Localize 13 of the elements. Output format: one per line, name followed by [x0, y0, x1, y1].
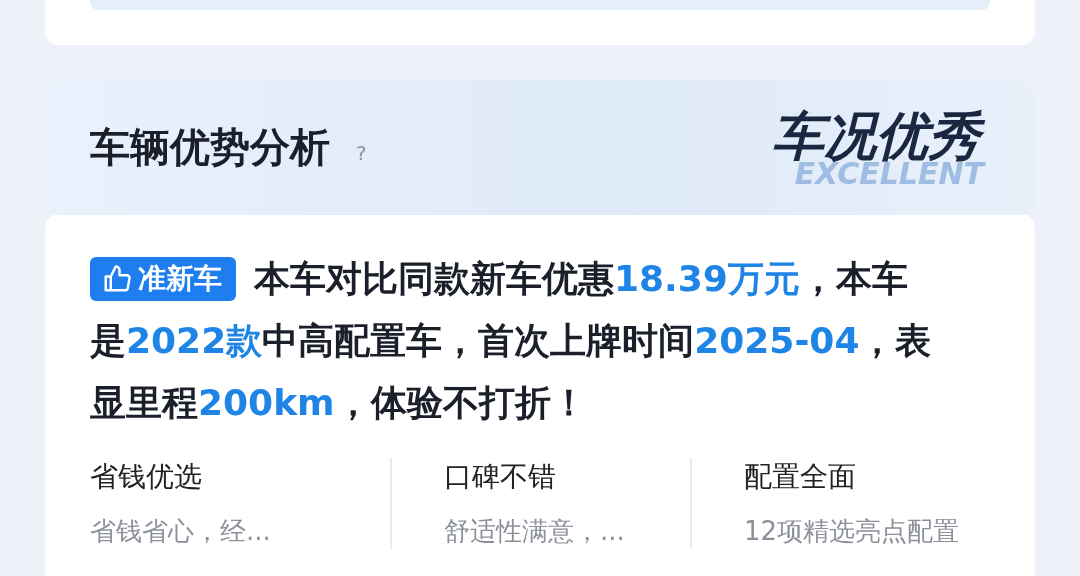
feature-title: 口碑不错 — [444, 459, 557, 495]
summary-line: 是2022款中高配置车，首次上牌时间2025-04，表 — [90, 319, 932, 363]
near-new-badge: 准新车 — [90, 257, 236, 301]
thumbs-up-icon — [102, 264, 132, 294]
feature-detail: 舒适性满意，... — [444, 515, 626, 548]
summary-line: 显里程200km，体验不打折！ — [90, 381, 587, 425]
summary-line: 本车对比同款新车优惠18.39万元，本车 — [254, 257, 908, 301]
feature-detail: 12项精选亮点配置 — [744, 515, 961, 548]
section-title: 车辆优势分析 — [90, 123, 330, 172]
feature-title: 配置全面 — [744, 459, 857, 495]
help-link[interactable]: ? — [356, 140, 367, 165]
feature-title: 省钱优选 — [90, 459, 203, 495]
feature-detail: 省钱省心，经... — [90, 515, 272, 548]
